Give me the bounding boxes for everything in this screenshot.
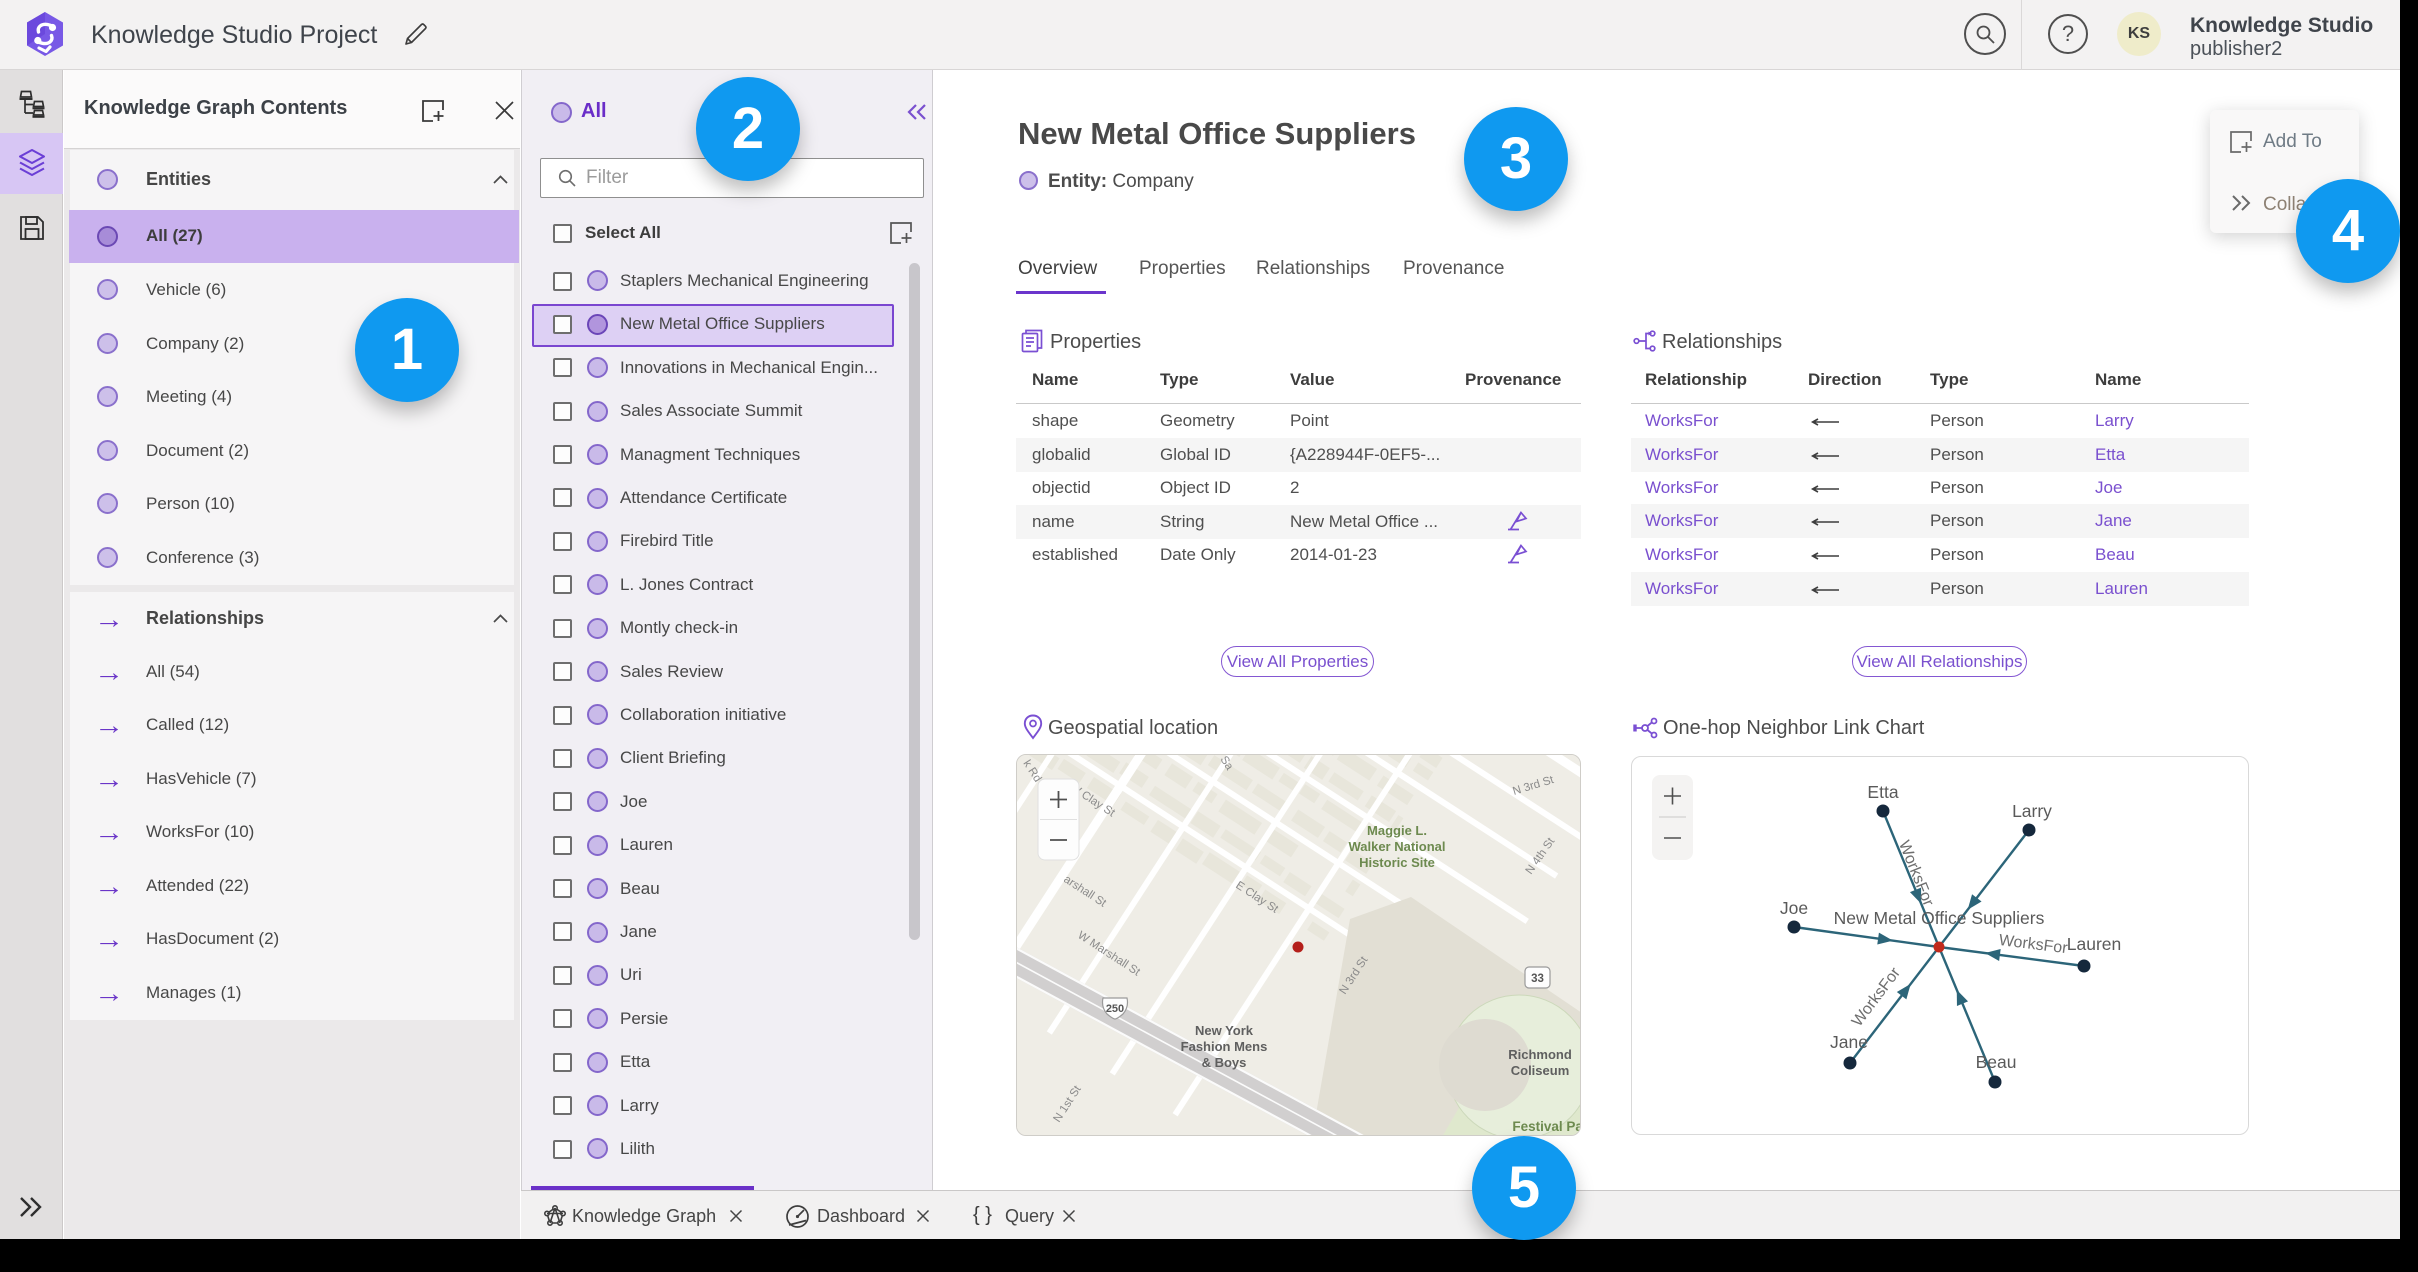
svg-text:WorksFor: WorksFor <box>1895 838 1937 909</box>
svg-text:Maggie L.: Maggie L. <box>1367 823 1427 838</box>
svg-text:Beau: Beau <box>1976 1052 2017 1072</box>
svg-text:Historic Site: Historic Site <box>1359 855 1435 870</box>
svg-text:33: 33 <box>1531 973 1544 985</box>
svg-text:250: 250 <box>1106 1003 1124 1015</box>
svg-text:Walker National: Walker National <box>1348 839 1445 854</box>
svg-text:New Metal Office Suppliers: New Metal Office Suppliers <box>1834 908 2045 928</box>
svg-text:Coliseum: Coliseum <box>1511 1063 1570 1078</box>
svg-text:Joe: Joe <box>1780 898 1808 918</box>
svg-text:Larry: Larry <box>2012 801 2052 821</box>
svg-text:Richmond: Richmond <box>1508 1047 1572 1062</box>
svg-text:Festival Park: Festival Park <box>1512 1119 1581 1134</box>
svg-text:& Boys: & Boys <box>1202 1055 1247 1070</box>
svg-text:Lauren: Lauren <box>2067 934 2122 954</box>
svg-text:Etta: Etta <box>1867 782 1898 802</box>
svg-text:New York: New York <box>1195 1023 1254 1038</box>
svg-text:WorksFor: WorksFor <box>1849 964 1905 1030</box>
svg-text:Fashion Mens: Fashion Mens <box>1181 1039 1268 1054</box>
svg-text:WorksFor: WorksFor <box>1998 932 2069 957</box>
svg-text:Jane: Jane <box>1830 1032 1868 1052</box>
